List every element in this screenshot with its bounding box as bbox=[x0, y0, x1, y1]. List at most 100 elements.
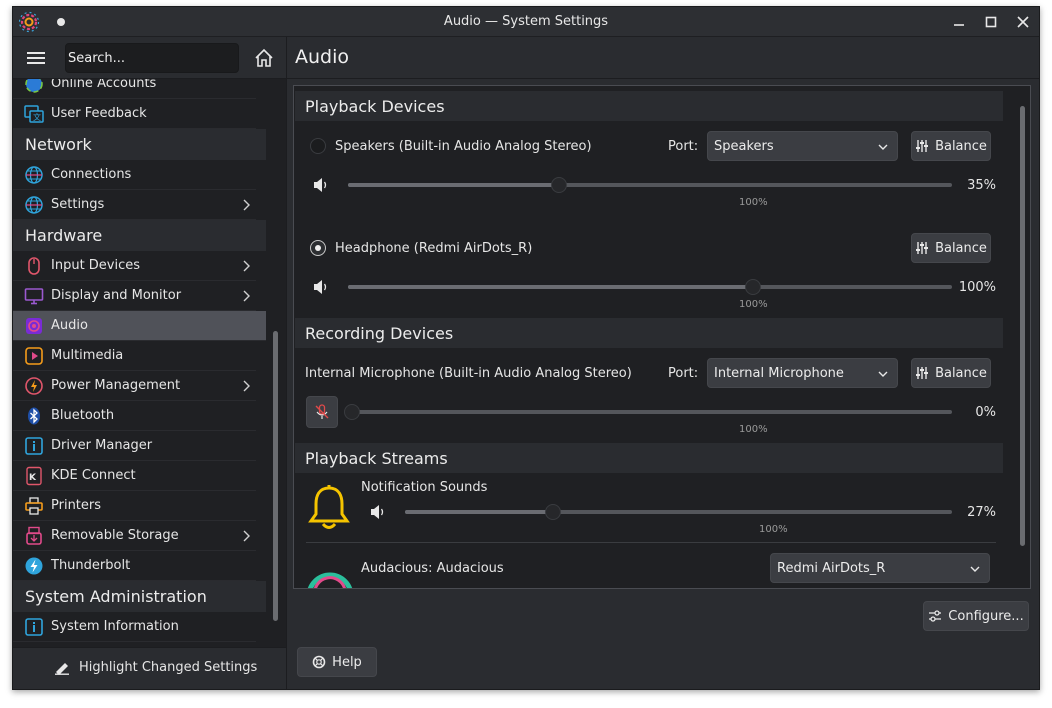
slider-handle[interactable] bbox=[744, 279, 761, 295]
sidebar: Online Accounts 文 User Feedback Network … bbox=[13, 79, 286, 647]
speakers-volume-slider[interactable] bbox=[348, 177, 952, 193]
multimedia-icon bbox=[23, 345, 45, 367]
sidebar-item-user-feedback[interactable]: 文 User Feedback bbox=[13, 99, 256, 129]
playback-devices-heading: Playback Devices bbox=[295, 91, 1003, 121]
headphone-balance-button[interactable]: Balance bbox=[911, 233, 991, 263]
sidebar-item-online-accounts[interactable]: Online Accounts bbox=[13, 79, 256, 99]
audacious-output-value: Redmi AirDots_R bbox=[777, 560, 886, 576]
sidebar-item-label: Bluetooth bbox=[51, 408, 115, 423]
configure-button[interactable]: Configure... bbox=[923, 601, 1029, 631]
sidebar-item-display-and-monitor[interactable]: Display and Monitor bbox=[13, 281, 256, 311]
sidebar-scrollbar[interactable] bbox=[273, 331, 278, 621]
search-field[interactable] bbox=[65, 43, 239, 73]
sidebar-item-label: Thunderbolt bbox=[51, 558, 131, 573]
sidebar-item-thunderbolt[interactable]: Thunderbolt bbox=[13, 551, 256, 581]
speakers-port-label: Port: bbox=[668, 139, 699, 154]
home-icon[interactable] bbox=[253, 47, 275, 69]
monitor-icon bbox=[23, 285, 45, 307]
power-icon bbox=[23, 375, 45, 397]
microphone-port-label: Port: bbox=[668, 366, 699, 381]
sidebar-item-label: Input Devices bbox=[51, 258, 141, 273]
content-header: Audio bbox=[286, 37, 1039, 79]
chevron-right-icon bbox=[243, 380, 250, 392]
chevron-right-icon bbox=[243, 260, 250, 272]
sidebar-item-audio[interactable]: Audio bbox=[13, 311, 266, 341]
audacious-output-select[interactable]: Redmi AirDots_R bbox=[770, 553, 990, 583]
audio-icon bbox=[23, 315, 45, 337]
printer-icon bbox=[23, 495, 45, 517]
microphone-balance-button[interactable]: Balance bbox=[911, 358, 991, 388]
help-button[interactable]: Help bbox=[297, 647, 377, 677]
notification-volume-value: 27% bbox=[967, 505, 996, 520]
configure-icon bbox=[928, 609, 942, 623]
sidebar-item-multimedia[interactable]: Multimedia bbox=[13, 341, 256, 371]
sliders-icon bbox=[915, 366, 929, 380]
globe-icon bbox=[23, 194, 45, 216]
chevron-right-icon bbox=[243, 199, 250, 211]
notification-100-mark: 100% bbox=[759, 524, 788, 535]
sidebar-item-driver-manager[interactable]: Driver Manager bbox=[13, 431, 256, 461]
help-icon bbox=[312, 655, 326, 669]
highlight-changed-settings-button[interactable]: Highlight Changed Settings bbox=[53, 659, 257, 675]
sidebar-item-input-devices[interactable]: Input Devices bbox=[13, 251, 256, 281]
system-settings-window: Audio — System Settings Audio bbox=[12, 6, 1040, 690]
slider-handle[interactable] bbox=[344, 404, 360, 420]
slider-handle[interactable] bbox=[551, 177, 568, 193]
slider-handle[interactable] bbox=[544, 504, 561, 520]
notification-volume-icon[interactable] bbox=[369, 503, 387, 521]
slider-fill bbox=[405, 510, 553, 514]
microphone-device-name: Internal Microphone (Built-in Audio Anal… bbox=[305, 366, 632, 381]
audio-scrollbar[interactable] bbox=[1020, 106, 1025, 546]
headphone-volume-slider[interactable] bbox=[348, 279, 952, 295]
sidebar-item-power-management[interactable]: Power Management bbox=[13, 371, 256, 401]
speakers-default-radio[interactable] bbox=[310, 138, 326, 154]
recording-devices-heading: Recording Devices bbox=[295, 318, 1003, 348]
sidebar-item-bluetooth[interactable]: Bluetooth bbox=[13, 401, 256, 431]
balance-label: Balance bbox=[935, 138, 987, 154]
speakers-port-select[interactable]: Speakers bbox=[707, 131, 898, 161]
audio-content: Playback Devices Speakers (Built-in Audi… bbox=[286, 79, 1039, 689]
sidebar-item-network-settings[interactable]: Settings bbox=[13, 190, 256, 220]
notification-volume-slider[interactable] bbox=[405, 504, 952, 520]
headphone-volume-icon[interactable] bbox=[312, 278, 330, 296]
usb-icon bbox=[23, 525, 45, 547]
minimize-button[interactable] bbox=[949, 12, 969, 32]
microphone-port-select[interactable]: Internal Microphone bbox=[707, 358, 898, 388]
thunderbolt-icon bbox=[23, 555, 45, 577]
sidebar-item-connections[interactable]: Connections bbox=[13, 160, 256, 190]
globe-icon bbox=[23, 164, 45, 186]
close-button[interactable] bbox=[1013, 12, 1033, 32]
configure-label: Configure... bbox=[948, 608, 1024, 624]
sidebar-item-label: Removable Storage bbox=[51, 528, 179, 543]
sidebar-item-label: Online Accounts bbox=[51, 79, 157, 91]
sidebar-item-removable-storage[interactable]: Removable Storage bbox=[13, 521, 256, 551]
audacious-app-icon bbox=[308, 572, 352, 588]
category-hardware: Hardware bbox=[13, 220, 266, 251]
sidebar-list: Online Accounts 文 User Feedback Network … bbox=[13, 79, 266, 642]
sidebar-item-label: Audio bbox=[51, 318, 88, 333]
info-icon bbox=[23, 616, 45, 638]
search-input[interactable] bbox=[66, 44, 238, 72]
microphone-volume-value: 0% bbox=[975, 405, 996, 420]
sidebar-item-printers[interactable]: Printers bbox=[13, 491, 256, 521]
category-network: Network bbox=[13, 129, 266, 160]
sidebar-item-system-information[interactable]: System Information bbox=[13, 612, 256, 642]
speakers-balance-button[interactable]: Balance bbox=[911, 131, 991, 161]
info-icon bbox=[23, 435, 45, 457]
microphone-volume-slider[interactable] bbox=[344, 404, 952, 420]
maximize-button[interactable] bbox=[981, 12, 1001, 32]
speakers-volume-icon[interactable] bbox=[312, 176, 330, 194]
sidebar-item-label: Connections bbox=[51, 167, 132, 182]
speakers-port-value: Speakers bbox=[714, 138, 774, 154]
maximize-icon bbox=[985, 16, 997, 28]
headphone-default-radio[interactable] bbox=[310, 240, 326, 256]
sidebar-footer: Highlight Changed Settings bbox=[13, 647, 286, 689]
microphone-mute-button[interactable] bbox=[306, 396, 338, 428]
hamburger-menu-icon[interactable] bbox=[25, 49, 47, 67]
sidebar-item-label: User Feedback bbox=[51, 106, 147, 121]
sidebar-item-kde-connect[interactable]: K KDE Connect bbox=[13, 461, 256, 491]
close-icon bbox=[1017, 16, 1029, 28]
chevron-down-icon bbox=[878, 144, 888, 150]
microphone-port-value: Internal Microphone bbox=[714, 365, 844, 381]
highlight-changed-settings-label: Highlight Changed Settings bbox=[79, 659, 258, 675]
